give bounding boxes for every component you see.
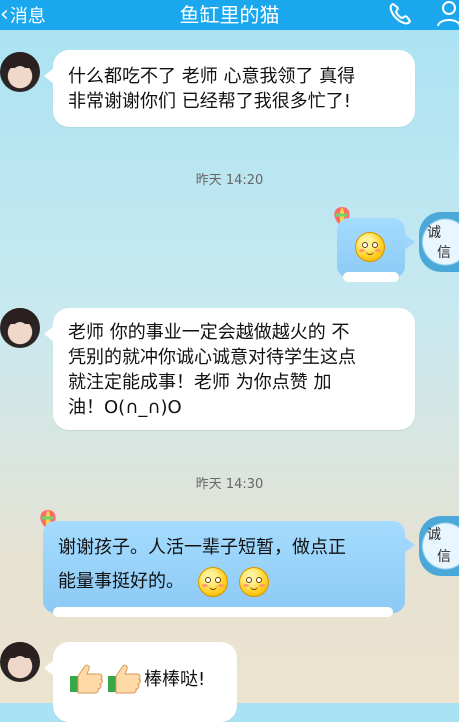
- brand-char: 诚: [427, 225, 441, 241]
- message-bubble[interactable]: 棒棒哒!: [44, 642, 237, 722]
- brand-char: 信: [437, 549, 451, 565]
- message-bubble[interactable]: 老师 你的事业一定会越做越火的 不 凭别的就冲你诚心诚意对待学生这点 就注定能成…: [44, 308, 415, 430]
- brand-badge: 诚 信: [419, 516, 459, 576]
- brand-char: 信: [437, 245, 451, 261]
- smiley-emoji-icon: [239, 567, 270, 597]
- message-text: 棒棒哒!: [144, 668, 206, 690]
- timestamp: 昨天 14:30: [195, 477, 264, 492]
- message-bubble[interactable]: 什么都吃不了 老师 心意我领了 真得 非常谢谢你们 已经帮了我很多忙了!: [44, 50, 415, 127]
- message-bubble-self[interactable]: 谢谢孩子。人活一辈子短暂，做点正 能量事挺好的。: [43, 521, 415, 617]
- message-text-line: 油！O(∩_∩)O: [68, 397, 182, 418]
- contact-avatar[interactable]: [0, 52, 40, 92]
- brand-char: 诚: [427, 527, 441, 543]
- brand-badge: 诚 信: [419, 212, 459, 272]
- timestamp: 昨天 14:20: [195, 173, 264, 188]
- thumbs-up-icon: [108, 664, 141, 694]
- message-bubble-self[interactable]: [337, 218, 415, 282]
- contact-avatar[interactable]: [0, 308, 40, 348]
- message-text-line: 老师 你的事业一定会越做越火的 不: [68, 322, 350, 343]
- message-text-line: 能量事挺好的。: [58, 571, 184, 592]
- phone-icon[interactable]: [386, 0, 416, 28]
- smiley-emoji-icon: [355, 232, 385, 262]
- smiley-emoji-icon: [197, 567, 228, 597]
- profile-icon[interactable]: [437, 0, 459, 28]
- thumbs-up-icon: [70, 664, 103, 694]
- message-text-line: 就注定能成事！老师 为你点赞 加: [68, 372, 332, 393]
- message-text-line: 凭别的就冲你诚心诚意对待学生这点: [68, 347, 356, 368]
- message-text-line: 谢谢孩子。人活一辈子短暂，做点正: [58, 537, 346, 558]
- contact-avatar[interactable]: [0, 642, 40, 682]
- message-text-line: 什么都吃不了 老师 心意我领了 真得: [68, 66, 356, 87]
- message-line-with-emoji: 能量事挺好的。: [58, 565, 346, 599]
- message-text-line: 非常谢谢你们 已经帮了我很多忙了!: [68, 91, 351, 112]
- top-bar: ‹ 消息 鱼缸里的猫: [0, 0, 459, 30]
